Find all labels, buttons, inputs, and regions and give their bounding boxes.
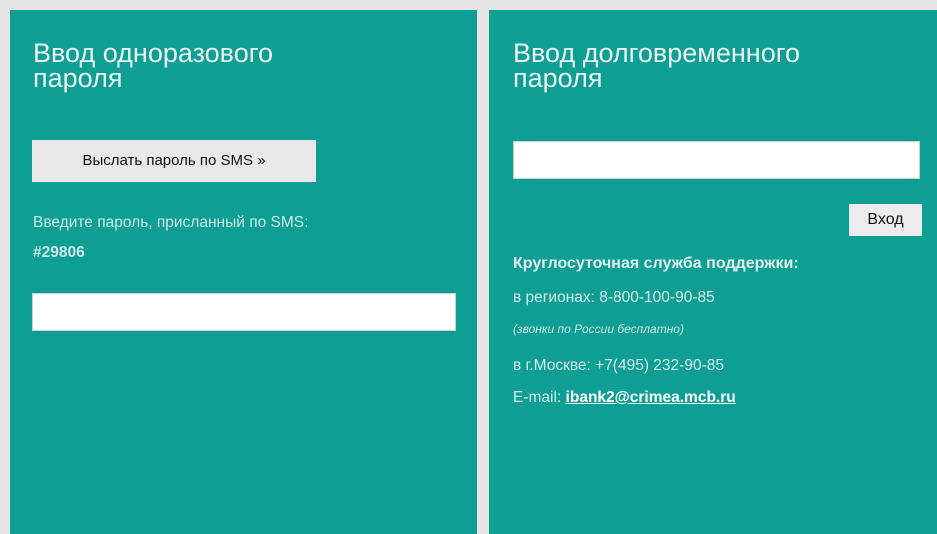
login-page: Ввод одноразового пароля Выслать пароль … [0,0,937,534]
sms-session-code: #29806 [33,244,85,261]
long-term-password-title: Ввод долговременного пароля [513,38,800,93]
one-time-password-input[interactable] [32,293,456,331]
support-moscow-phone: в г.Москве: +7(495) 232-90-85 [513,357,724,374]
long-term-password-panel: Ввод долговременного пароля Вход Круглос… [489,10,937,534]
support-title: Круглосуточная служба поддержки: [513,255,799,272]
one-time-password-title: Ввод одноразового пароля [33,38,273,93]
one-time-password-panel: Ввод одноразового пароля Выслать пароль … [10,10,477,534]
send-sms-password-button[interactable]: Выслать пароль по SMS » [32,140,316,182]
support-free-call-note: (звонки по России бесплатно) [513,322,684,336]
login-button[interactable]: Вход [849,204,922,236]
support-email: E-mail: ibank2@crimea.mcb.ru [513,389,933,407]
sms-password-hint: Введите пароль, присланный по SMS: [33,214,309,231]
support-email-link[interactable]: ibank2@crimea.mcb.ru [566,389,736,406]
long-term-password-input[interactable] [513,141,920,179]
support-email-label: E-mail: [513,389,566,406]
support-region-phone: в регионах: 8-800-100-90-85 [513,289,715,306]
